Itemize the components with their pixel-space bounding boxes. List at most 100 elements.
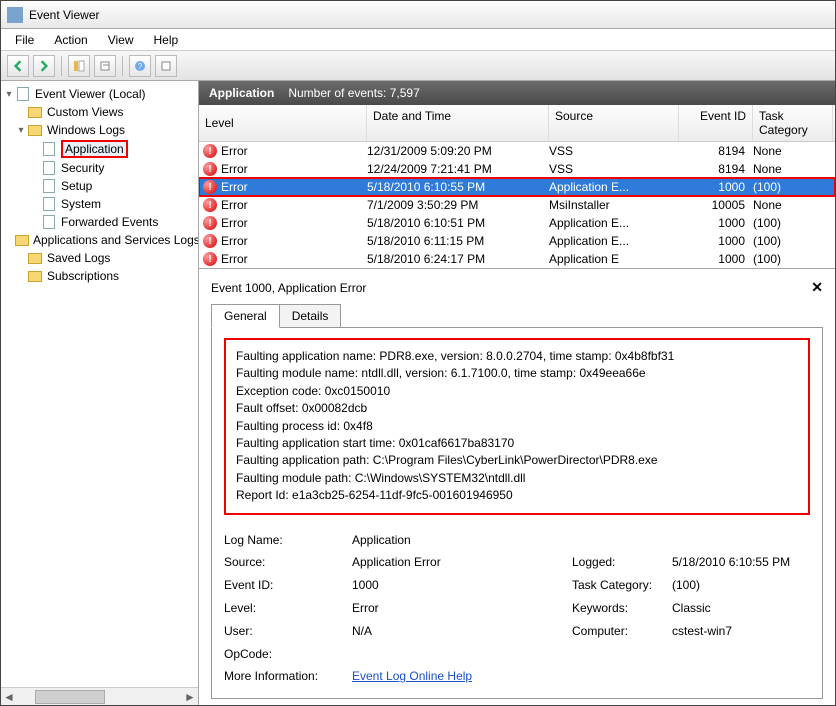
tree-item-custom-views[interactable]: Custom Views — [1, 103, 198, 121]
folder-icon — [27, 268, 43, 284]
list-header: Application Number of events: 7,597 — [199, 81, 835, 105]
event-row[interactable]: !Error5/18/2010 6:24:17 PMApplication E1… — [199, 250, 835, 268]
tab-details[interactable]: Details — [279, 304, 342, 328]
menu-help[interactable]: Help — [144, 31, 189, 49]
tree-label: Security — [61, 161, 104, 175]
value-logname: Application — [352, 529, 572, 552]
cell-source: Application E... — [549, 234, 679, 248]
cell-level: Error — [221, 180, 248, 194]
tree-item-setup[interactable]: Setup — [1, 177, 198, 195]
label-moreinfo: More Information: — [224, 665, 352, 688]
tab-body: Faulting application name: PDR8.exe, ver… — [211, 327, 823, 699]
back-button[interactable] — [7, 55, 29, 77]
col-datetime[interactable]: Date and Time — [367, 105, 549, 141]
value-level: Error — [352, 597, 572, 620]
tree-item-event-viewer-local-[interactable]: ▾Event Viewer (Local) — [1, 85, 198, 103]
error-icon: ! — [203, 252, 217, 266]
col-taskcat[interactable]: Task Category — [753, 105, 833, 141]
cell-datetime: 12/31/2009 5:09:20 PM — [367, 144, 549, 158]
event-row[interactable]: !Error5/18/2010 6:10:51 PMApplication E.… — [199, 214, 835, 232]
label-logged: Logged: — [572, 551, 672, 574]
value-user: N/A — [352, 620, 572, 643]
cell-taskcat: (100) — [753, 180, 833, 194]
cell-source: Application E... — [549, 216, 679, 230]
tree-label: System — [61, 197, 101, 211]
cell-datetime: 5/18/2010 6:10:55 PM — [367, 180, 549, 194]
cell-source: VSS — [549, 162, 679, 176]
log-icon — [41, 214, 57, 230]
right-pane: Application Number of events: 7,597 Leve… — [199, 81, 835, 705]
cell-level: Error — [221, 198, 248, 212]
error-icon: ! — [203, 234, 217, 248]
tree-item-subscriptions[interactable]: Subscriptions — [1, 267, 198, 285]
cell-eventid: 1000 — [679, 234, 753, 248]
value-taskcat: (100) — [672, 574, 810, 597]
tree-item-windows-logs[interactable]: ▾Windows Logs — [1, 121, 198, 139]
svg-text:?: ? — [138, 62, 143, 71]
label-opcode: OpCode: — [224, 643, 352, 666]
label-taskcat: Task Category: — [572, 574, 672, 597]
label-user: User: — [224, 620, 352, 643]
log-icon — [41, 196, 57, 212]
error-icon: ! — [203, 162, 217, 176]
detail-pane: Event 1000, Application Error ✕ General … — [199, 269, 835, 705]
event-row[interactable]: !Error5/18/2010 6:11:15 PMApplication E.… — [199, 232, 835, 250]
refresh-button[interactable] — [155, 55, 177, 77]
app-icon — [7, 7, 23, 23]
event-row[interactable]: !Error12/24/2009 7:21:41 PMVSS8194None — [199, 160, 835, 178]
tree-item-applications-and-services-logs[interactable]: Applications and Services Logs — [1, 231, 198, 249]
event-message: Faulting application name: PDR8.exe, ver… — [224, 338, 810, 515]
value-eventid: 1000 — [352, 574, 572, 597]
label-source: Source: — [224, 551, 352, 574]
forward-button[interactable] — [33, 55, 55, 77]
cell-datetime: 5/18/2010 6:10:51 PM — [367, 216, 549, 230]
menu-action[interactable]: Action — [44, 31, 97, 49]
cell-level: Error — [221, 252, 248, 266]
cell-source: MsiInstaller — [549, 198, 679, 212]
event-row[interactable]: !Error7/1/2009 3:50:29 PMMsiInstaller100… — [199, 196, 835, 214]
tree-item-security[interactable]: Security — [1, 159, 198, 177]
titlebar[interactable]: Event Viewer — [1, 1, 835, 29]
error-icon: ! — [203, 198, 217, 212]
tree-item-forwarded-events[interactable]: Forwarded Events — [1, 213, 198, 231]
cell-eventid: 8194 — [679, 144, 753, 158]
detail-tabs: General Details — [211, 304, 823, 328]
menu-view[interactable]: View — [98, 31, 144, 49]
cell-source: VSS — [549, 144, 679, 158]
grid-header[interactable]: Level Date and Time Source Event ID Task… — [199, 105, 835, 142]
show-tree-button[interactable] — [68, 55, 90, 77]
close-icon[interactable]: ✕ — [811, 279, 823, 296]
properties-button[interactable] — [94, 55, 116, 77]
cell-taskcat: None — [753, 144, 833, 158]
event-row[interactable]: !Error12/31/2009 5:09:20 PMVSS8194None — [199, 142, 835, 160]
tree-label: Application — [61, 140, 128, 158]
value-keywords: Classic — [672, 597, 810, 620]
cell-source: Application E — [549, 252, 679, 266]
tree-scrollbar[interactable]: ◄► — [1, 687, 198, 705]
cell-eventid: 1000 — [679, 252, 753, 266]
col-source[interactable]: Source — [549, 105, 679, 141]
log-icon — [41, 178, 57, 194]
tree-item-saved-logs[interactable]: Saved Logs — [1, 249, 198, 267]
label-eventid: Event ID: — [224, 574, 352, 597]
tree-label: Windows Logs — [47, 123, 125, 137]
cell-taskcat: None — [753, 198, 833, 212]
tree-pane[interactable]: ▾Event Viewer (Local)Custom Views▾Window… — [1, 81, 199, 705]
menu-file[interactable]: File — [5, 31, 44, 49]
help-button[interactable]: ? — [129, 55, 151, 77]
tree-label: Forwarded Events — [61, 215, 158, 229]
col-eventid[interactable]: Event ID — [679, 105, 753, 141]
tree-item-application[interactable]: Application — [1, 139, 198, 159]
tree-item-system[interactable]: System — [1, 195, 198, 213]
col-level[interactable]: Level — [199, 105, 367, 141]
value-logged: 5/18/2010 6:10:55 PM — [672, 551, 810, 574]
error-icon: ! — [203, 180, 217, 194]
event-row[interactable]: ! Error 5/18/2010 6:10:55 PMApplication E.… — [199, 178, 835, 196]
label-keywords: Keywords: — [572, 597, 672, 620]
cell-source: Application E... — [549, 180, 679, 194]
toolbar-sep — [61, 56, 62, 76]
tab-general[interactable]: General — [211, 304, 280, 328]
toolbar-sep2 — [122, 56, 123, 76]
link-online-help[interactable]: Event Log Online Help — [352, 669, 472, 683]
label-computer: Computer: — [572, 620, 672, 643]
